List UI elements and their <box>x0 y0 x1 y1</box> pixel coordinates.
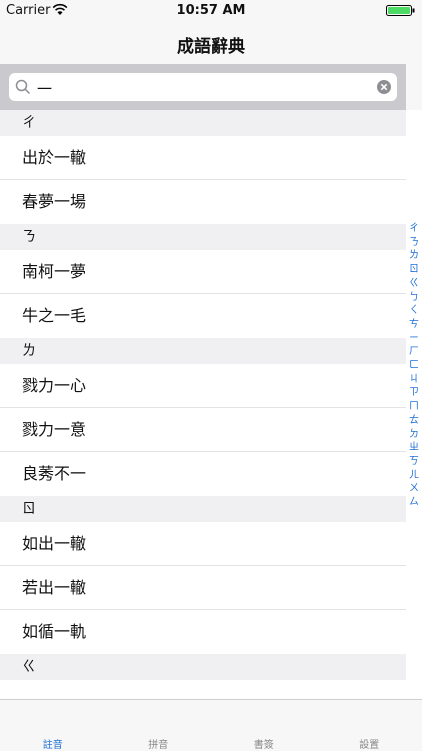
index-letter[interactable]: ㄙ <box>406 496 422 510</box>
index-letter[interactable]: ㄉ <box>406 428 422 442</box>
list-item[interactable]: 如循一軌 <box>0 610 406 654</box>
list-item[interactable]: 若出一轍 <box>0 566 406 610</box>
tab-bookmarks[interactable]: 書簽 <box>211 700 317 750</box>
section-index-list[interactable]: ㄔㄋㄌㄖㄍㄅㄑㄘㄧㄏㄈㄐㄗㄇㄊㄉㄓㄎㄦㄨㄙ <box>406 222 422 510</box>
index-letter[interactable]: ㄋ <box>406 236 422 250</box>
list-item[interactable]: 戮力一意 <box>0 408 406 452</box>
index-letter[interactable]: ㄎ <box>406 455 422 469</box>
section-header: ㄔ <box>0 110 406 136</box>
list-item[interactable]: 春夢一場 <box>0 180 406 224</box>
section-header: ㄋ <box>0 224 406 250</box>
search-icon <box>15 79 31 95</box>
index-letter[interactable]: ㄖ <box>406 263 422 277</box>
tab-bar: 註音 拼音 書簽 設置 <box>0 699 422 750</box>
index-letter[interactable]: ㄧ <box>406 332 422 346</box>
list-item[interactable]: 戮力一心 <box>0 364 406 408</box>
search-input[interactable]: 一 <box>9 73 397 101</box>
tab-settings[interactable]: 設置 <box>317 700 422 750</box>
search-value: 一 <box>37 78 52 99</box>
index-letter[interactable]: ㄘ <box>406 318 422 332</box>
index-letter[interactable]: ㄊ <box>406 414 422 428</box>
clear-icon[interactable] <box>377 80 391 94</box>
index-letter[interactable]: ㄅ <box>406 291 422 305</box>
list-item[interactable]: 如出一轍 <box>0 522 406 566</box>
list-item[interactable]: 良莠不一 <box>0 452 406 496</box>
tab-label: 拼音 <box>106 736 212 751</box>
tab-pinyin[interactable]: 拼音 <box>106 700 212 750</box>
idiom-list[interactable]: ㄔ 出於一轍 春夢一場 ㄋ 南柯一夢 牛之一毛 ㄌ 戮力一心 戮力一意 良莠不一… <box>0 110 406 700</box>
index-letter[interactable]: ㄦ <box>406 469 422 483</box>
battery-icon <box>386 5 416 16</box>
index-letter[interactable]: ㄇ <box>406 400 422 414</box>
list-item[interactable]: 出於一轍 <box>0 136 406 180</box>
nav-bar: 成語辭典 <box>0 22 422 64</box>
index-letter[interactable]: ㄓ <box>406 441 422 455</box>
page-title: 成語辭典 <box>0 32 422 57</box>
index-letter[interactable]: ㄗ <box>406 386 422 400</box>
section-header: ㄍ <box>0 654 406 680</box>
index-letter[interactable]: ㄌ <box>406 249 422 263</box>
section-header: ㄌ <box>0 338 406 364</box>
search-bar: 一 <box>0 64 406 110</box>
list-item[interactable]: 南柯一夢 <box>0 250 406 294</box>
index-letter[interactable]: ㄔ <box>406 222 422 236</box>
tab-zhuyin[interactable]: 註音 <box>0 700 106 750</box>
list-item[interactable]: 牛之一毛 <box>0 294 406 338</box>
section-index[interactable]: ㄔㄋㄌㄖㄍㄅㄑㄘㄧㄏㄈㄐㄗㄇㄊㄉㄓㄎㄦㄨㄙ <box>406 110 422 700</box>
index-letter[interactable]: ㄏ <box>406 345 422 359</box>
status-bar: Carrier 10:57 AM <box>0 0 422 22</box>
tab-label: 書簽 <box>211 736 317 751</box>
index-letter[interactable]: ㄍ <box>406 277 422 291</box>
index-letter[interactable]: ㄐ <box>406 373 422 387</box>
tab-label: 設置 <box>317 736 422 751</box>
index-letter[interactable]: ㄈ <box>406 359 422 373</box>
index-letter[interactable]: ㄑ <box>406 304 422 318</box>
section-header: ㄖ <box>0 496 406 522</box>
tab-label: 註音 <box>0 736 106 751</box>
status-time: 10:57 AM <box>0 3 422 18</box>
index-letter[interactable]: ㄨ <box>406 482 422 496</box>
